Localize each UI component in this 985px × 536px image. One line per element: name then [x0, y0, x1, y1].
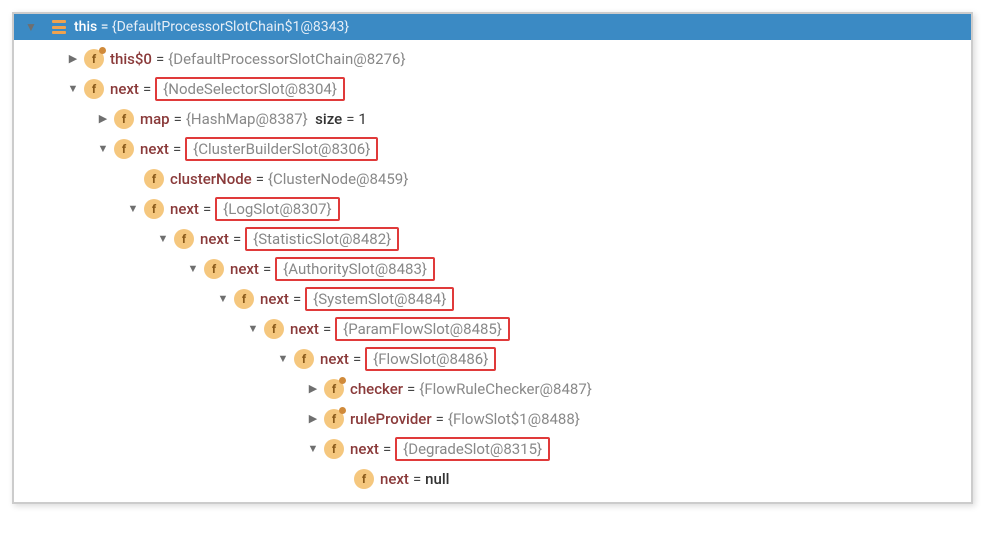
- tree-row[interactable]: ▶fnext = null: [14, 464, 971, 494]
- highlight-box: {DegradeSlot@8315}: [395, 437, 550, 461]
- tree-row[interactable]: ▼fnext = {AuthoritySlot@8483}: [14, 254, 971, 284]
- field-value: {SystemSlot@8484}: [313, 289, 446, 310]
- field-value: {FlowRuleChecker@8487}: [419, 379, 592, 400]
- chevron-down-icon[interactable]: ▼: [304, 441, 322, 456]
- field-value: {NodeSelectorSlot@8304}: [163, 79, 337, 100]
- field-value: null: [425, 469, 449, 490]
- field-icon: f: [144, 169, 164, 189]
- header-this-label: this: [74, 19, 97, 35]
- field-value: {LogSlot@8307}: [223, 199, 331, 220]
- field-name: ruleProvider: [350, 409, 432, 430]
- chevron-right-icon[interactable]: ▶: [304, 381, 322, 396]
- tree-row[interactable]: ▼fnext = {LogSlot@8307}: [14, 194, 971, 224]
- chevron-down-icon[interactable]: ▼: [274, 351, 292, 366]
- field-icon: f: [264, 319, 284, 339]
- field-name: next: [200, 229, 229, 250]
- field-icon: f: [324, 409, 344, 429]
- chevron-down-icon[interactable]: ▼: [244, 321, 262, 336]
- field-name: next: [290, 319, 319, 340]
- field-value: {DefaultProcessorSlotChain@8276}: [168, 49, 405, 70]
- tree-row[interactable]: ▼fnext = {StatisticSlot@8482}: [14, 224, 971, 254]
- tree-row[interactable]: ▶fclusterNode = {ClusterNode@8459}: [14, 164, 971, 194]
- tree-row[interactable]: ▶fruleProvider = {FlowSlot$1@8488}: [14, 404, 971, 434]
- highlight-box: {ParamFlowSlot@8485}: [335, 317, 510, 341]
- tree-row[interactable]: ▼fnext = {DegradeSlot@8315}: [14, 434, 971, 464]
- field-icon: f: [174, 229, 194, 249]
- field-name: next: [260, 289, 289, 310]
- field-value: {HashMap@8387}: [186, 109, 308, 130]
- stack-frame-icon: [52, 20, 66, 34]
- chevron-right-icon[interactable]: ▶: [304, 411, 322, 426]
- field-value: {StatisticSlot@8482}: [253, 229, 391, 250]
- field-value: {ClusterNode@8459}: [268, 169, 408, 190]
- field-name: map: [140, 109, 170, 130]
- chevron-down-icon[interactable]: ▼: [214, 291, 232, 306]
- suffix-key: size: [315, 109, 342, 130]
- field-value: {DegradeSlot@8315}: [403, 439, 542, 460]
- field-name: next: [110, 79, 139, 100]
- highlight-box: {SystemSlot@8484}: [305, 287, 454, 311]
- field-icon: f: [204, 259, 224, 279]
- chevron-down-icon[interactable]: ▼: [184, 261, 202, 276]
- field-name: checker: [350, 379, 403, 400]
- chevron-down-icon[interactable]: ▼: [154, 231, 172, 246]
- field-name: clusterNode: [170, 169, 252, 190]
- highlight-box: {FlowSlot@8486}: [365, 347, 496, 371]
- field-value: {ClusterBuilderSlot@8306}: [193, 139, 370, 160]
- chevron-right-icon[interactable]: ▶: [94, 111, 112, 126]
- field-icon: f: [324, 379, 344, 399]
- field-name: next: [230, 259, 259, 280]
- field-icon: f: [354, 469, 374, 489]
- field-value: {FlowSlot$1@8488}: [448, 409, 580, 430]
- field-name: next: [170, 199, 199, 220]
- field-name: next: [140, 139, 169, 160]
- field-icon: f: [234, 289, 254, 309]
- variables-tree: ▶fthis$0 = {DefaultProcessorSlotChain@82…: [14, 40, 971, 502]
- tree-row[interactable]: ▶fmap = {HashMap@8387} size = 1: [14, 104, 971, 134]
- chevron-right-icon[interactable]: ▶: [64, 51, 82, 66]
- field-icon: f: [324, 439, 344, 459]
- field-icon: f: [84, 49, 104, 69]
- highlight-box: {NodeSelectorSlot@8304}: [155, 77, 345, 101]
- highlight-box: {LogSlot@8307}: [215, 197, 339, 221]
- tree-row[interactable]: ▼fnext = {NodeSelectorSlot@8304}: [14, 74, 971, 104]
- suffix-value: 1: [358, 109, 366, 130]
- field-icon: f: [114, 109, 134, 129]
- field-icon: f: [294, 349, 314, 369]
- tree-row[interactable]: ▶fthis$0 = {DefaultProcessorSlotChain@82…: [14, 44, 971, 74]
- collapse-all-icon[interactable]: ▼: [22, 20, 40, 34]
- field-name: this$0: [110, 49, 152, 70]
- field-icon: f: [84, 79, 104, 99]
- field-icon: f: [114, 139, 134, 159]
- field-value: {AuthoritySlot@8483}: [283, 259, 427, 280]
- panel-header[interactable]: ▼ this = {DefaultProcessorSlotChain$1@83…: [14, 14, 971, 40]
- highlight-box: {ClusterBuilderSlot@8306}: [185, 137, 378, 161]
- header-this-value: {DefaultProcessorSlotChain$1@8343}: [112, 19, 349, 35]
- field-value: {ParamFlowSlot@8485}: [343, 319, 502, 340]
- chevron-down-icon[interactable]: ▼: [64, 81, 82, 96]
- debug-variables-panel: ▼ this = {DefaultProcessorSlotChain$1@83…: [12, 12, 973, 504]
- highlight-box: {StatisticSlot@8482}: [245, 227, 399, 251]
- chevron-down-icon[interactable]: ▼: [94, 141, 112, 156]
- tree-row[interactable]: ▶fchecker = {FlowRuleChecker@8487}: [14, 374, 971, 404]
- field-name: next: [380, 469, 409, 490]
- tree-row[interactable]: ▼fnext = {ParamFlowSlot@8485}: [14, 314, 971, 344]
- tree-row[interactable]: ▼fnext = {ClusterBuilderSlot@8306}: [14, 134, 971, 164]
- tree-row[interactable]: ▼fnext = {FlowSlot@8486}: [14, 344, 971, 374]
- tree-row[interactable]: ▼fnext = {SystemSlot@8484}: [14, 284, 971, 314]
- field-value: {FlowSlot@8486}: [373, 349, 488, 370]
- highlight-box: {AuthoritySlot@8483}: [275, 257, 435, 281]
- chevron-down-icon[interactable]: ▼: [124, 201, 142, 216]
- field-name: next: [350, 439, 379, 460]
- field-icon: f: [144, 199, 164, 219]
- field-name: next: [320, 349, 349, 370]
